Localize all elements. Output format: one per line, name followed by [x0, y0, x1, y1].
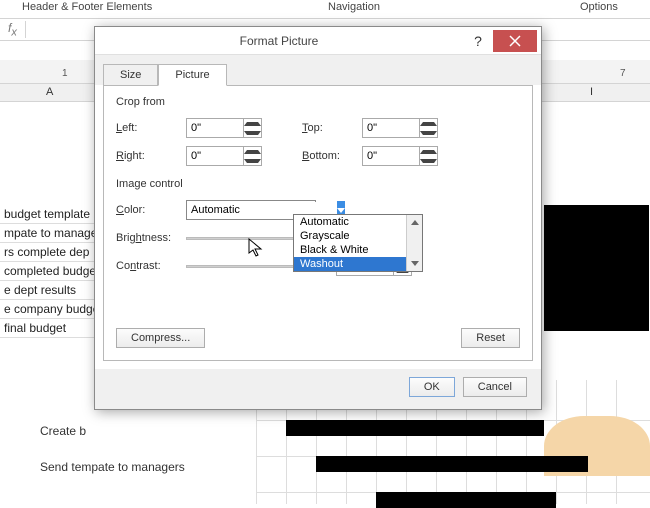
top-label: Top: — [302, 122, 362, 134]
crop-from-label: Crop from — [116, 96, 520, 108]
spin-down-icon[interactable] — [420, 156, 437, 165]
chart-block — [544, 205, 649, 331]
format-picture-dialog: Format Picture ? Size Picture Crop from … — [94, 26, 542, 410]
spin-up-icon[interactable] — [244, 119, 261, 128]
crop-right-field[interactable] — [186, 146, 262, 166]
crop-left-input[interactable] — [187, 120, 243, 136]
color-dropdown-list[interactable]: Automatic Grayscale Black & White Washou… — [293, 214, 423, 272]
reset-button[interactable]: Reset — [461, 328, 520, 348]
color-option-black-white[interactable]: Black & White — [294, 243, 422, 257]
gantt-bar — [316, 456, 588, 472]
crop-bottom-field[interactable] — [362, 146, 438, 166]
scroll-up-icon[interactable] — [407, 215, 422, 230]
color-option-washout[interactable]: Washout — [294, 257, 422, 271]
chart-label: Create b — [40, 424, 86, 438]
dialog-titlebar[interactable]: Format Picture ? — [95, 27, 541, 55]
contrast-label: Contrast: — [116, 260, 186, 272]
close-button[interactable] — [493, 30, 537, 52]
color-label: Color: — [116, 204, 186, 216]
ok-button[interactable]: OK — [409, 377, 455, 397]
crop-left-field[interactable] — [186, 118, 262, 138]
brightness-label: Brightness: — [116, 232, 186, 244]
crop-top-input[interactable] — [363, 120, 419, 136]
spin-up-icon[interactable] — [420, 119, 437, 128]
color-option-automatic[interactable]: Automatic — [294, 215, 422, 229]
chevron-down-icon — [337, 208, 345, 213]
color-option-grayscale[interactable]: Grayscale — [294, 229, 422, 243]
help-button[interactable]: ? — [463, 33, 493, 49]
right-label: Right: — [116, 150, 186, 162]
compress-button[interactable]: Compress... — [116, 328, 205, 348]
spin-up-icon[interactable] — [244, 147, 261, 156]
gantt-bar — [286, 420, 544, 436]
fx-icon[interactable]: fx — [0, 21, 26, 38]
spin-down-icon[interactable] — [244, 128, 261, 137]
scroll-down-icon[interactable] — [407, 256, 422, 271]
tab-picture[interactable]: Picture — [158, 64, 226, 86]
left-label: Left: — [116, 122, 186, 134]
cancel-button[interactable]: Cancel — [463, 377, 527, 397]
ribbon-groups: Header & Footer Elements Navigation Opti… — [0, 0, 650, 19]
spin-down-icon[interactable] — [420, 128, 437, 137]
bottom-label: Bottom: — [302, 150, 362, 162]
crop-bottom-input[interactable] — [363, 148, 419, 164]
crop-top-field[interactable] — [362, 118, 438, 138]
crop-right-input[interactable] — [187, 148, 243, 164]
dropdown-scrollbar[interactable] — [406, 215, 422, 271]
spin-down-icon[interactable] — [244, 156, 261, 165]
image-control-label: Image control — [116, 178, 520, 190]
gantt-bar — [376, 492, 556, 508]
tab-size[interactable]: Size — [103, 64, 158, 86]
chart-label: Send tempate to managers — [40, 460, 185, 474]
close-icon — [493, 30, 537, 52]
dialog-title: Format Picture — [95, 34, 463, 48]
spin-up-icon[interactable] — [420, 147, 437, 156]
